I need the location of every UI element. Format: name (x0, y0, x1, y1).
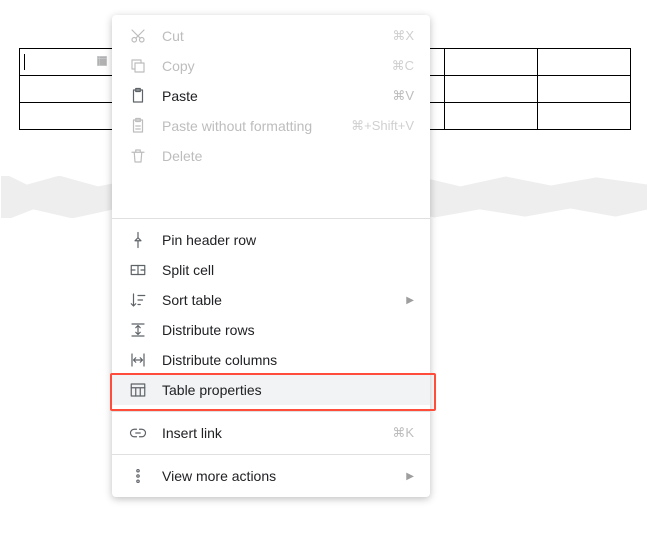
sort-icon (128, 290, 148, 310)
clipboard-icon (128, 86, 148, 106)
menu-label: Distribute rows (162, 322, 414, 338)
menu-item-split-cell[interactable]: Split cell (112, 255, 430, 285)
menu-item-cut: Cut ⌘X (112, 21, 430, 51)
split-cell-icon (128, 260, 148, 280)
clipboard-plain-icon (128, 116, 148, 136)
menu-item-sort-table[interactable]: Sort table ▶ (112, 285, 430, 315)
table-cell[interactable] (538, 76, 631, 103)
separator (112, 411, 430, 412)
table-cell[interactable] (20, 103, 114, 130)
document-canvas: Cut ⌘X Copy ⌘C Paste ⌘V Paste without fo… (0, 0, 647, 541)
menu-label: Split cell (162, 262, 414, 278)
trash-icon (128, 146, 148, 166)
distribute-rows-icon (128, 320, 148, 340)
menu-label: Cut (162, 28, 382, 44)
menu-item-delete: Delete (112, 141, 430, 171)
drag-handle-icon[interactable] (95, 54, 109, 68)
menu-item-pin-header-row[interactable]: Pin header row (112, 225, 430, 255)
text-cursor (24, 54, 25, 70)
table-cell[interactable] (538, 49, 631, 76)
menu-label: Paste (162, 88, 382, 104)
link-icon (128, 423, 148, 443)
menu-label: View more actions (162, 468, 406, 484)
menu-label: Pin header row (162, 232, 414, 248)
distribute-columns-icon (128, 350, 148, 370)
menu-item-paste-without-formatting: Paste without formatting ⌘+Shift+V (112, 111, 430, 141)
menu-label: Distribute columns (162, 352, 414, 368)
submenu-arrow-icon: ▶ (406, 295, 414, 306)
menu-label: Sort table (162, 292, 406, 308)
menu-label: Insert link (162, 425, 382, 441)
table-cell[interactable] (20, 76, 114, 103)
menu-shortcut: ⌘X (392, 28, 414, 44)
menu-item-paste[interactable]: Paste ⌘V (112, 81, 430, 111)
menu-shortcut: ⌘+Shift+V (351, 118, 414, 134)
table-cell[interactable] (445, 103, 538, 130)
table-cell[interactable] (538, 103, 631, 130)
menu-label: Table properties (162, 382, 414, 398)
context-menu: Cut ⌘X Copy ⌘C Paste ⌘V Paste without fo… (112, 15, 430, 497)
table-cell[interactable] (445, 76, 538, 103)
submenu-arrow-icon: ▶ (406, 471, 414, 482)
menu-item-insert-link[interactable]: Insert link ⌘K (112, 418, 430, 448)
menu-item-distribute-rows[interactable]: Distribute rows (112, 315, 430, 345)
menu-item-table-properties[interactable]: Table properties (112, 375, 430, 405)
menu-item-distribute-columns[interactable]: Distribute columns (112, 345, 430, 375)
menu-item-copy: Copy ⌘C (112, 51, 430, 81)
menu-item-view-more-actions[interactable]: View more actions ▶ (112, 461, 430, 491)
menu-label: Copy (162, 58, 382, 74)
pin-icon (128, 230, 148, 250)
table-cell[interactable] (20, 49, 114, 76)
menu-label: Paste without formatting (162, 118, 341, 134)
menu-shortcut: ⌘C (392, 58, 414, 74)
separator (112, 218, 430, 219)
table-icon (128, 380, 148, 400)
menu-shortcut: ⌘K (392, 425, 414, 441)
more-icon (128, 466, 148, 486)
menu-label: Delete (162, 148, 414, 164)
table-cell[interactable] (445, 49, 538, 76)
copy-icon (128, 56, 148, 76)
menu-shortcut: ⌘V (392, 88, 414, 104)
scissors-icon (128, 26, 148, 46)
separator (112, 454, 430, 455)
